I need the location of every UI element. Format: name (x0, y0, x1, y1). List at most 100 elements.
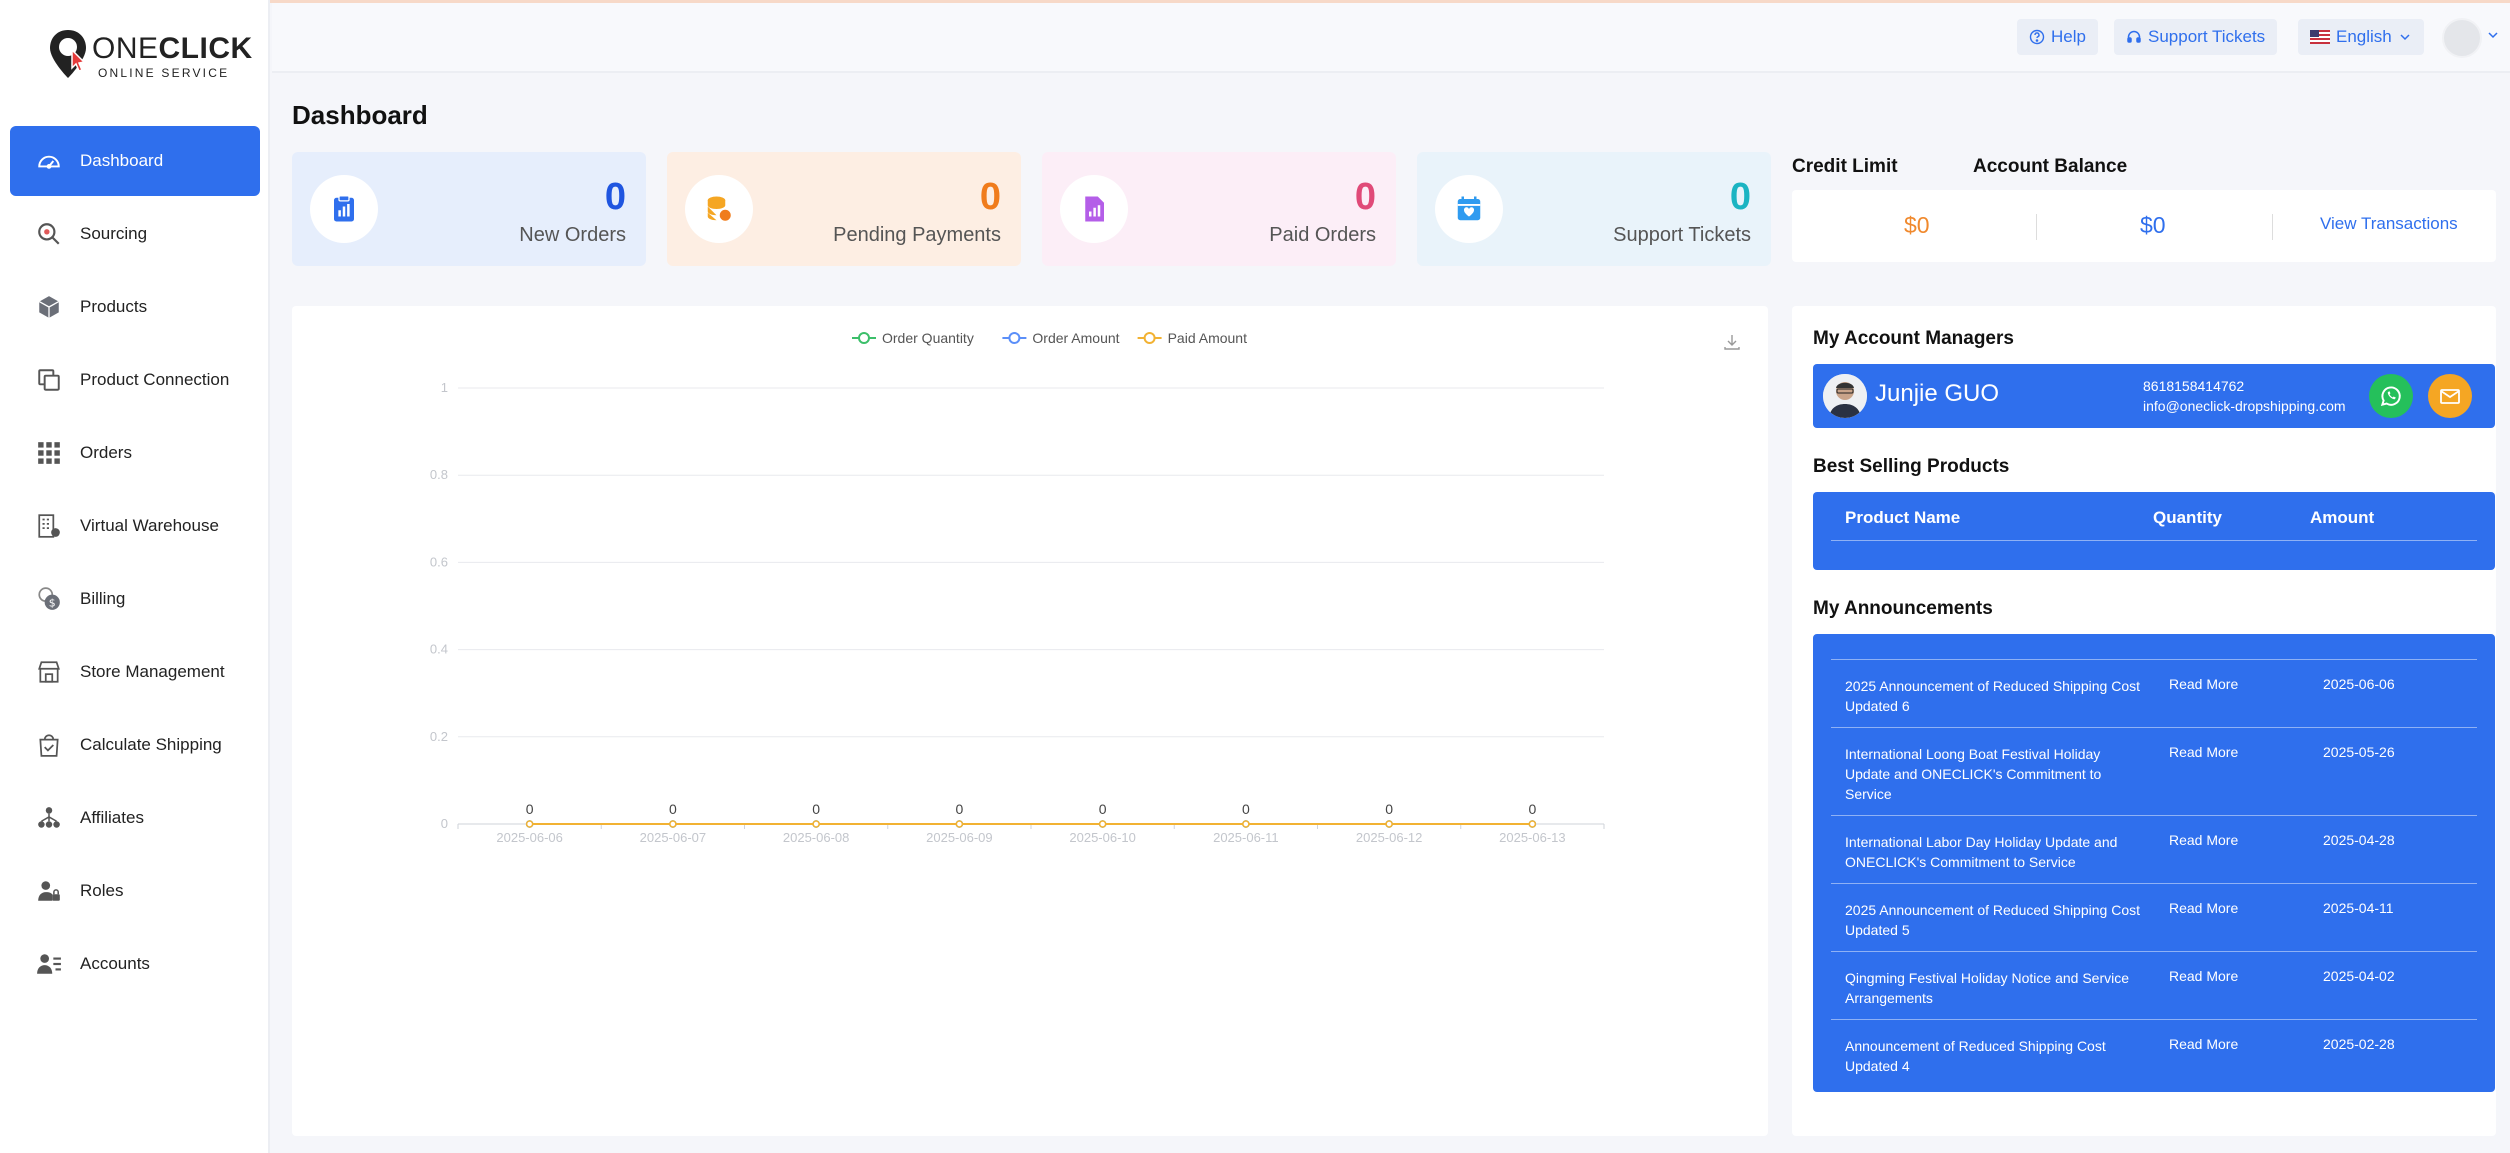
read-more-link[interactable]: Read More (2169, 832, 2238, 848)
announcements-title: My Announcements (1813, 598, 1993, 619)
whatsapp-icon (2380, 386, 2401, 407)
legend-label: Order Amount (1032, 330, 1119, 346)
coin-icon: $ (36, 586, 62, 612)
announcement-date: 2025-06-06 (2323, 676, 2395, 692)
read-more-link[interactable]: Read More (2169, 968, 2238, 984)
brand-name: ONECLICK (92, 32, 253, 65)
credit-limit-heading: Credit Limit (1792, 156, 1898, 177)
brand-tagline: ONLINE SERVICE (98, 66, 230, 80)
link-icon (36, 367, 62, 393)
x-tick-label: 2025-06-07 (640, 830, 707, 845)
legend-marker (1143, 332, 1156, 344)
read-more-link[interactable]: Read More (2169, 744, 2238, 760)
sidebar-item-affiliates[interactable]: Affiliates (10, 783, 260, 853)
read-more-link[interactable]: Read More (2169, 900, 2238, 916)
stat-value: 0 (604, 176, 626, 218)
sidebar-item-label: Sourcing (80, 224, 148, 243)
y-tick-label: 0.6 (430, 554, 448, 569)
document-chart-icon (1085, 196, 1104, 222)
column-header-amount: Amount (2310, 508, 2375, 527)
location-pin-icon (50, 30, 86, 78)
user-avatar[interactable] (2442, 18, 2482, 58)
y-tick-label: 0 (441, 816, 448, 831)
list-item: Qingming Festival Holiday Notice and Ser… (1831, 952, 2477, 1020)
sidebar-item-dashboard[interactable]: Dashboard (10, 126, 260, 196)
x-tick-label: 2025-06-06 (496, 830, 563, 845)
data-point (955, 820, 964, 828)
stat-card-pending-payments[interactable]: 0 Pending Payments (667, 152, 1021, 266)
sidebar-item-product-connection[interactable]: Product Connection (10, 345, 260, 415)
sidebar-item-roles[interactable]: Roles (10, 856, 260, 926)
data-point (669, 820, 677, 828)
announcement-date: 2025-02-28 (2323, 1036, 2395, 1052)
sidebar-item-calculate-shipping[interactable]: Calculate Shipping (10, 710, 260, 780)
y-tick-label: 0.8 (430, 467, 448, 482)
data-label: 0 (1242, 801, 1250, 817)
clipboard-chart-icon (334, 195, 354, 222)
sidebar-item-label: Store Management (80, 662, 225, 681)
read-more-link[interactable]: Read More (2169, 676, 2238, 692)
column-header-product-name: Product Name (1845, 508, 1961, 527)
sidebar-item-label: Billing (80, 589, 126, 608)
mail-icon (2440, 389, 2460, 404)
help-button[interactable]: Help (2017, 19, 2098, 55)
divider (2036, 214, 2037, 240)
stat-card-paid-orders[interactable]: 0 Paid Orders (1042, 152, 1396, 266)
sidebar-item-accounts[interactable]: Accounts (10, 929, 260, 999)
account-balance-value: $0 (2140, 212, 2166, 238)
download-icon[interactable] (1722, 332, 1742, 352)
sidebar-item-products[interactable]: Products (10, 272, 260, 342)
bag-check-icon (36, 732, 62, 758)
data-label: 0 (526, 801, 534, 817)
whatsapp-button[interactable] (2369, 374, 2413, 418)
coins-icon (707, 196, 733, 223)
stat-icon-circle (310, 175, 378, 243)
grid-icon (36, 440, 62, 466)
table-divider (1831, 540, 2477, 541)
sidebar-item-orders[interactable]: Orders (10, 418, 260, 488)
legend-marker (1008, 332, 1021, 344)
announcement-title: Announcement of Reduced Shipping Cost Up… (1845, 1038, 2106, 1074)
manager-name: Junjie GUO (1875, 380, 2000, 407)
data-label: 0 (955, 801, 963, 817)
announcement-title: International Loong Boat Festival Holida… (1845, 746, 2102, 802)
manager-avatar (1823, 374, 1867, 418)
language-selector[interactable]: English (2298, 19, 2424, 55)
chevron-down-icon (2400, 34, 2410, 41)
read-more-link[interactable]: Read More (2169, 1036, 2238, 1052)
sidebar-nav: Dashboard Sourcing Products Product Conn… (10, 126, 260, 1002)
data-label: 0 (669, 801, 677, 817)
brand-logo[interactable]: ONECLICK ONLINE SERVICE (46, 26, 252, 82)
announcement-date: 2025-04-11 (2323, 900, 2394, 916)
store-icon (36, 659, 62, 685)
x-tick-label: 2025-06-08 (783, 830, 850, 845)
best-selling-title: Best Selling Products (1813, 456, 2010, 477)
building-icon (36, 513, 62, 539)
email-button[interactable] (2428, 374, 2472, 418)
sidebar-item-virtual-warehouse[interactable]: Virtual Warehouse (10, 491, 260, 561)
stat-icon-circle (685, 175, 753, 243)
x-tick-label: 2025-06-09 (926, 830, 993, 845)
sidebar: ONECLICK ONLINE SERVICE Dashboard Sourci… (0, 0, 270, 1153)
sidebar-item-label: Dashboard (80, 151, 164, 170)
list-item: Announcement of Reduced Shipping Cost Up… (1831, 1020, 2477, 1088)
sidebar-item-label: Affiliates (80, 808, 144, 827)
stat-card-new-orders[interactable]: 0 New Orders (292, 152, 646, 266)
view-transactions-link[interactable]: View Transactions (2320, 214, 2458, 234)
stat-label: Support Tickets (1613, 224, 1751, 246)
chevron-down-icon[interactable] (2486, 28, 2500, 42)
manager-phone: 8618158414762 (2143, 378, 2245, 394)
data-point (1242, 820, 1250, 828)
us-flag-icon (2310, 30, 2330, 44)
announcement-title: International Labor Day Holiday Update a… (1845, 834, 2118, 870)
data-point (1528, 820, 1537, 828)
stat-label: Pending Payments (833, 224, 1001, 246)
sidebar-item-sourcing[interactable]: Sourcing (10, 199, 260, 269)
support-tickets-button[interactable]: Support Tickets (2114, 19, 2278, 55)
sidebar-item-billing[interactable]: $ Billing (10, 564, 260, 634)
best-selling-table: Product Name Quantity Amount (1813, 492, 2495, 570)
sidebar-item-store-management[interactable]: Store Management (10, 637, 260, 707)
orders-line-chart: 0 0.2 0.4 0.6 0.8 1 2025-06-06 2025-06-07 2025-0… (430, 330, 1605, 845)
sidebar-item-label: Virtual Warehouse (80, 516, 219, 535)
stat-card-support-tickets[interactable]: 0 Support Tickets (1417, 152, 1771, 266)
